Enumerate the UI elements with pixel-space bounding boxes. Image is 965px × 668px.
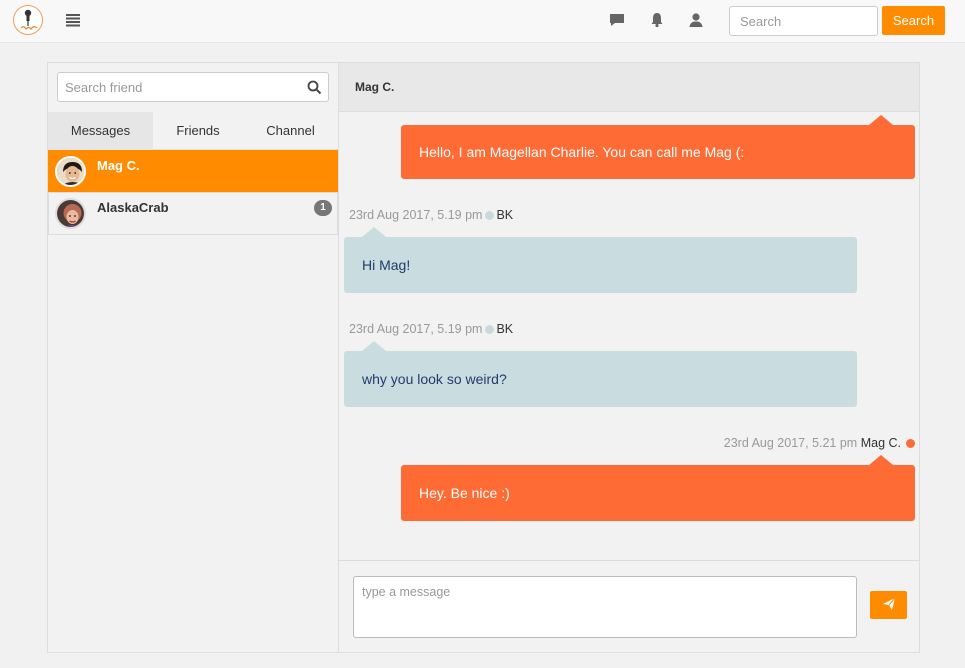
message-meta: 23rd Aug 2017, 5.19 pm BK [349,322,513,336]
contact-name: AlaskaCrab [97,200,169,215]
message-text: Hello, I am Magellan Charlie. You can ca… [419,144,745,160]
message-author: BK [496,208,514,222]
search-input[interactable] [729,6,878,36]
message-bubble: Hello, I am Magellan Charlie. You can ca… [401,115,915,179]
message-bubble: Hey. Be nice :) [401,455,915,521]
message-composer [339,560,919,652]
message-text: why you look so weird? [362,371,507,387]
message-bubble: Hi Mag! [344,227,857,293]
app-logo[interactable] [13,5,43,35]
tab-messages[interactable]: Messages [48,112,153,150]
bubble-tail [362,341,386,351]
tab-friends[interactable]: Friends [153,112,243,150]
search-button[interactable]: Search [882,6,945,35]
conversation-header: Mag C. [339,63,919,112]
message-text: Hi Mag! [362,257,411,273]
message-meta: 23rd Aug 2017, 5.21 pm Mag C. [724,436,915,450]
send-icon [882,597,895,610]
conversation-panel: Mag C. Hello, I am Magellan Charlie. You… [339,63,919,652]
message-text: Hey. Be nice :) [419,485,510,501]
avatar [55,156,86,187]
search-icon[interactable] [307,80,322,95]
message-time: 23rd Aug 2017, 5.21 pm [723,436,858,450]
top-navbar: Search [0,0,965,43]
unread-badge: 1 [314,200,332,216]
status-dot-icon [485,211,495,220]
contact-name: Mag C. [97,158,140,173]
send-button[interactable] [870,591,907,619]
chat-window: Messages Friends Channel Mag C. [47,62,920,653]
message-author: BK [496,322,514,336]
conversation-title: Mag C. [355,80,395,94]
message-meta: 23rd Aug 2017, 5.19 pm BK [349,208,513,222]
bubble-tail [869,115,893,125]
bubble-tail [362,227,386,237]
message-bubble: why you look so weird? [344,341,857,407]
contact-item-mag-c[interactable]: Mag C. [48,150,338,193]
chat-icon[interactable] [609,12,625,28]
message-author: Mag C. [860,436,901,450]
avatar [55,198,86,229]
friends-sidebar: Messages Friends Channel Mag C. [48,63,339,652]
menu-icon[interactable] [66,13,80,27]
sidebar-tabs: Messages Friends Channel [48,112,338,150]
friend-search-box[interactable] [57,72,329,102]
message-input[interactable] [353,576,857,638]
bubble-tail [869,455,893,465]
tab-channel[interactable]: Channel [243,112,338,150]
message-time: 23rd Aug 2017, 5.19 pm [349,208,483,222]
friend-search-input[interactable] [65,80,305,95]
contact-item-alaskacrab[interactable]: AlaskaCrab 1 [48,192,338,235]
user-icon[interactable] [688,12,704,28]
bell-icon[interactable] [649,12,665,28]
status-dot-icon [906,439,915,448]
status-dot-icon [485,325,495,334]
message-time: 23rd Aug 2017, 5.19 pm [349,322,483,336]
